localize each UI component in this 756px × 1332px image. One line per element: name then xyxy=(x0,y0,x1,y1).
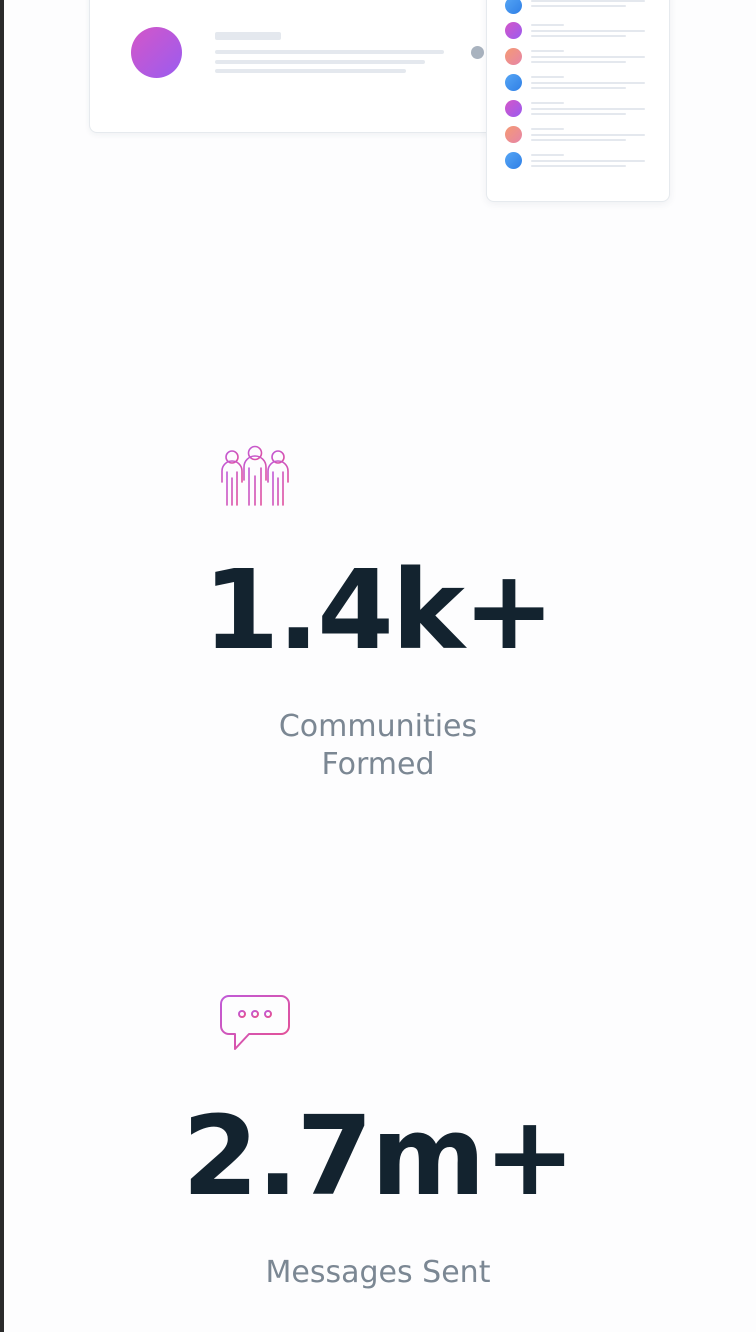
mockup-text-line xyxy=(215,50,444,54)
mockup-member-line xyxy=(531,82,645,84)
stat-value: 1.4k+ xyxy=(202,546,555,674)
stat-label-line: Formed xyxy=(321,747,435,782)
mockup-member-line xyxy=(531,139,626,141)
mockup-member-avatar xyxy=(505,22,522,39)
mockup-member-avatar xyxy=(505,100,522,117)
mockup-text-line xyxy=(215,60,425,64)
community-icon xyxy=(221,445,289,506)
mockup-member-line xyxy=(531,87,626,89)
mockup-member-line xyxy=(531,160,645,162)
mockup-member-line xyxy=(531,30,645,32)
chat-bubble-icon xyxy=(220,995,290,1050)
stat-value: 2.7m+ xyxy=(182,1092,576,1220)
mockup-title-line xyxy=(215,32,281,40)
mockup-member-avatar xyxy=(505,48,522,65)
mockup-member-line xyxy=(531,128,564,130)
mockup-member-line xyxy=(531,108,645,110)
mockup-member-line xyxy=(531,61,626,63)
mockup-member-line xyxy=(531,102,564,104)
mockup-member-line xyxy=(531,165,626,167)
hero-illustration xyxy=(0,0,756,220)
mockup-member-avatar xyxy=(505,126,522,143)
mockup-member-line xyxy=(531,113,626,115)
mockup-member-line xyxy=(531,0,645,2)
mockup-member-line xyxy=(531,35,626,37)
mockup-connector-dot xyxy=(471,46,484,59)
mockup-member-avatar xyxy=(505,74,522,91)
mockup-text-line xyxy=(215,69,406,73)
mockup-member-line xyxy=(531,134,645,136)
stat-label: Communities Formed xyxy=(0,708,756,784)
mockup-member-line xyxy=(531,56,645,58)
mockup-member-line xyxy=(531,76,564,78)
mockup-avatar xyxy=(131,27,182,78)
mockup-member-line xyxy=(531,154,564,156)
stat-label-line: Communities xyxy=(278,709,478,744)
mockup-member-line xyxy=(531,24,564,26)
stat-label: Messages Sent xyxy=(265,1255,491,1290)
mockup-member-line xyxy=(531,50,564,52)
mockup-member-line xyxy=(531,5,626,7)
mockup-member-avatar xyxy=(505,152,522,169)
